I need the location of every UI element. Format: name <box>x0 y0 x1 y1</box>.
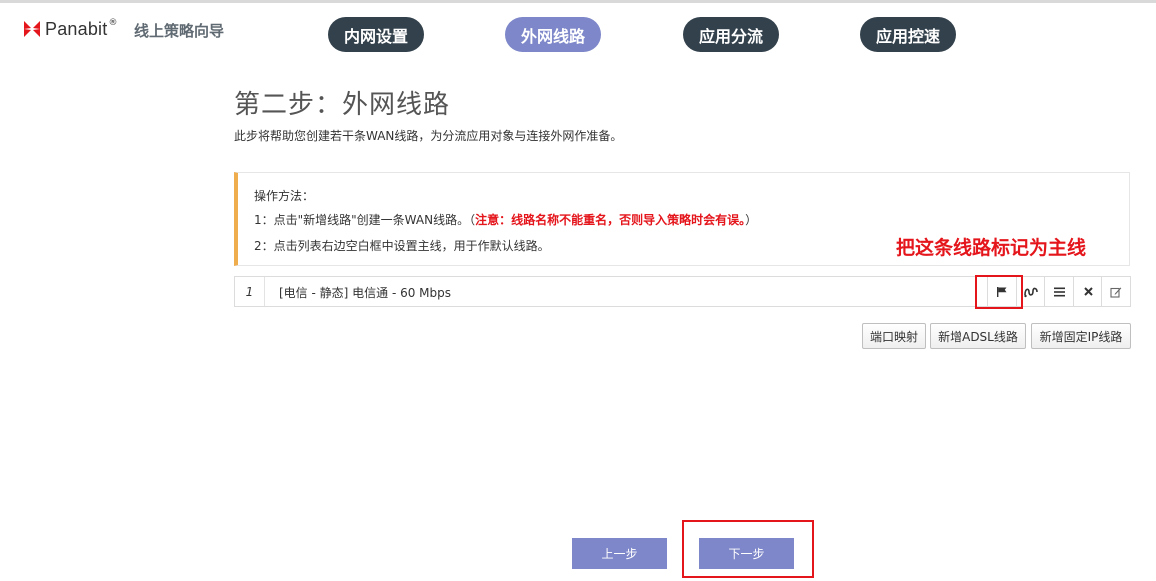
delete-icon <box>1083 287 1093 296</box>
chart-icon <box>1024 287 1038 297</box>
edit-icon <box>1110 287 1122 298</box>
wan-line-label: [电信 - 静态] 电信通 - 60 Mbps <box>279 286 452 300</box>
instructions-step-1-text: 1：点击"新增线路"创建一条WAN线路。（ <box>254 213 476 227</box>
add-adsl-line-button[interactable]: 新增ADSL线路 <box>930 323 1026 349</box>
top-border <box>0 0 1156 3</box>
edit-line-button[interactable] <box>1101 277 1130 306</box>
port-mapping-button[interactable]: 端口映射 <box>862 323 926 349</box>
rename-warning: 注意：线路名称不能重名，否则导入策略时会有误。 <box>475 213 746 227</box>
tab-app-routing[interactable]: 应用分流 <box>683 17 779 52</box>
logo-registered: ® <box>108 18 118 28</box>
logo-text: Panabit <box>45 18 108 39</box>
set-primary-button[interactable] <box>987 277 1016 306</box>
tab-wan-lines[interactable]: 外网线路 <box>505 17 601 52</box>
line-details-button[interactable] <box>1044 277 1073 306</box>
delete-line-button[interactable] <box>1073 277 1102 306</box>
instructions-heading: 操作方法： <box>254 189 315 203</box>
logo-mark-icon <box>24 21 40 37</box>
line-stats-button[interactable] <box>1016 277 1045 306</box>
page-description: 此步将帮助您创建若干条WAN线路，为分流应用对象与连接外网作准备。 <box>234 129 623 143</box>
row-index: 1 <box>235 277 265 306</box>
panabit-logo: Panabit ® <box>22 16 117 42</box>
next-step-button[interactable]: 下一步 <box>699 538 794 569</box>
add-static-ip-line-button[interactable]: 新增固定IP线路 <box>1031 323 1131 349</box>
instructions-step-1-suffix: ） <box>745 213 758 227</box>
instructions-step-2: 2：点击列表右边空白框中设置主线，用于作默认线路。 <box>254 239 550 253</box>
page-title: 第二步：外网线路 <box>234 90 451 120</box>
previous-step-button[interactable]: 上一步 <box>572 538 667 569</box>
tab-app-rate-control[interactable]: 应用控速 <box>860 17 956 52</box>
tab-lan-settings[interactable]: 内网设置 <box>328 17 424 52</box>
flag-icon <box>997 286 1007 297</box>
instructions-step-1: 1：点击"新增线路"创建一条WAN线路。（注意：线路名称不能重名，否则导入策略时… <box>254 211 757 228</box>
annotation-mark-primary: 把这条线路标记为主线 <box>896 237 1087 259</box>
wan-line-row[interactable]: 1 [电信 - 静态] 电信通 - 60 Mbps <box>234 276 1131 307</box>
list-icon <box>1053 287 1065 296</box>
wizard-title: 线上策略向导 <box>134 22 225 40</box>
